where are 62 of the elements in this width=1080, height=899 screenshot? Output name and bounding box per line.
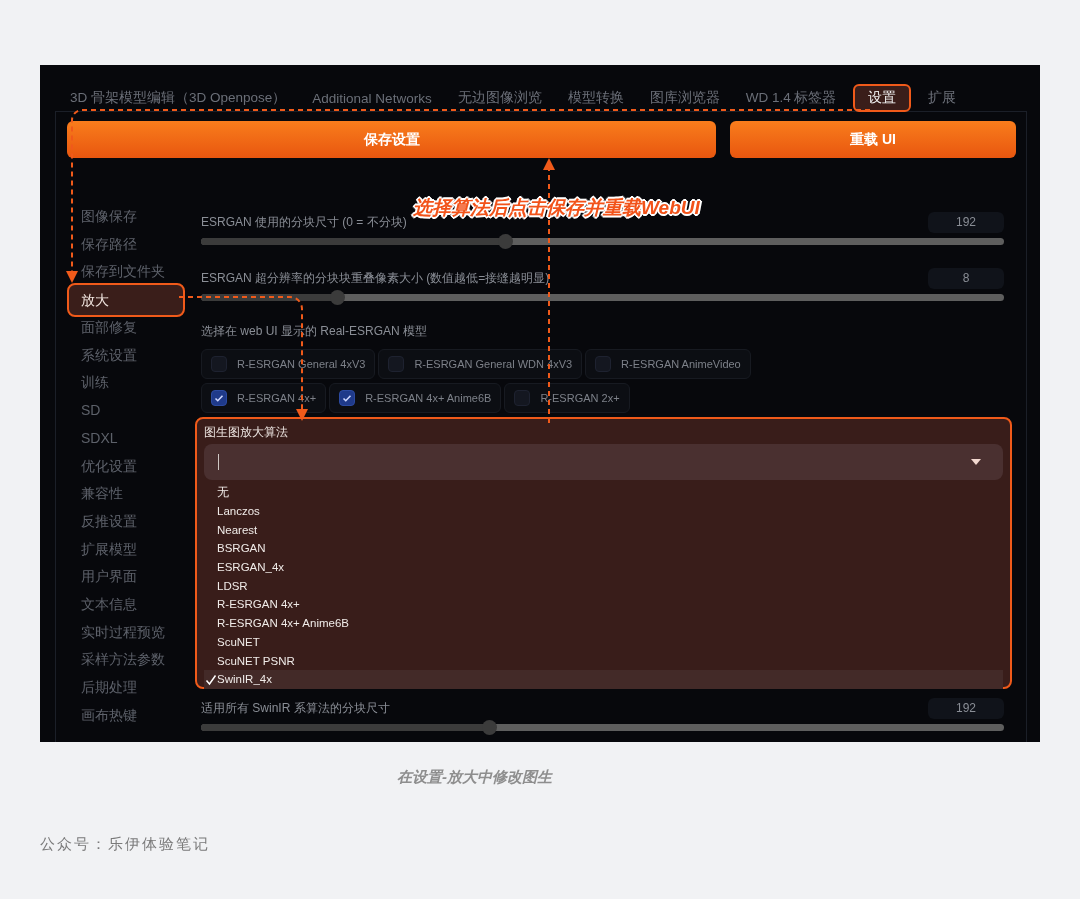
setting-label: 适用所有 SwinIR 系算法的分块尺寸 bbox=[201, 699, 390, 717]
checkbox[interactable] bbox=[211, 356, 227, 372]
tab[interactable]: 设置 bbox=[853, 84, 912, 112]
checkbox[interactable] bbox=[388, 356, 405, 372]
dropdown-option[interactable]: R-ESRGAN 4x+ Anime6B bbox=[204, 613, 1003, 633]
checkbox-option[interactable]: R-ESRGAN General WDN 4xV3 bbox=[378, 349, 583, 379]
dropdown-option[interactable]: ScuNET bbox=[204, 632, 1003, 652]
sidebar-item[interactable]: 文本信息 bbox=[67, 590, 185, 619]
number-field[interactable]: 192 bbox=[928, 697, 1004, 719]
sidebar-item[interactable]: 优化设置 bbox=[67, 452, 185, 481]
dropdown-option[interactable]: BSRGAN bbox=[204, 539, 1003, 558]
sidebar-item[interactable]: 扩展模型 bbox=[67, 535, 185, 564]
tab[interactable]: 模型转换 bbox=[554, 85, 637, 111]
tab[interactable]: 扩展 bbox=[915, 85, 970, 111]
tab[interactable]: 图库浏览器 bbox=[636, 85, 733, 111]
sidebar-item[interactable]: SDXL bbox=[67, 424, 185, 453]
checkbox-option[interactable]: R-ESRGAN AnimeVideo bbox=[585, 349, 751, 379]
checkbox-option[interactable]: R-ESRGAN 2x+ bbox=[504, 383, 630, 413]
sidebar-item[interactable]: 兼容性 bbox=[67, 480, 185, 508]
number-field[interactable]: 192 bbox=[928, 211, 1004, 233]
sidebar-item[interactable]: 后期处理 bbox=[67, 674, 185, 702]
tab[interactable]: Additional Networks bbox=[299, 86, 445, 110]
checkbox[interactable] bbox=[595, 356, 612, 372]
sidebar-item[interactable]: 训练 bbox=[67, 369, 185, 398]
dropdown-option[interactable]: Lanczos bbox=[204, 501, 1003, 521]
dropdown-option[interactable]: ESRGAN_4x bbox=[204, 557, 1003, 577]
dropdown-field[interactable] bbox=[204, 444, 1003, 480]
number-field[interactable]: 8 bbox=[928, 267, 1004, 289]
sidebar-item[interactable]: 图像保存 bbox=[67, 203, 185, 231]
checkbox-option[interactable]: R-ESRGAN General 4xV3 bbox=[201, 349, 376, 379]
setting-label: ESRGAN 使用的分块尺寸 (0 = 不分块) bbox=[201, 213, 407, 231]
tab[interactable]: 3D 骨架模型编辑（3D Openpose） bbox=[70, 85, 300, 111]
checkmark-icon bbox=[205, 673, 217, 686]
annotation-text: 选择算法后点击保存并重载WebUI bbox=[413, 196, 700, 220]
save-settings-button[interactable]: 保存设置 bbox=[67, 121, 716, 158]
sidebar-item[interactable]: 实时过程预览 bbox=[67, 618, 185, 647]
checkbox[interactable] bbox=[514, 390, 531, 406]
reload-ui-button[interactable]: 重载 UI bbox=[730, 121, 1016, 158]
sidebar-item[interactable]: 保存路径 bbox=[67, 230, 185, 259]
caret-icon bbox=[971, 459, 981, 465]
sidebar-item[interactable]: 用户界面 bbox=[67, 563, 185, 591]
sidebar-item[interactable]: SD bbox=[67, 397, 185, 425]
dropdown-option[interactable]: 无 bbox=[204, 483, 1003, 502]
sidebar-item[interactable]: 系统设置 bbox=[67, 341, 185, 370]
dropdown-option[interactable]: Nearest bbox=[204, 520, 1003, 540]
setting-label: ESRGAN 超分辨率的分块块重叠像素大小 (数值越低=接缝越明显) bbox=[201, 269, 550, 287]
dropdown-option[interactable]: R-ESRGAN 4x+ bbox=[204, 595, 1003, 614]
dropdown-option[interactable]: SwinIR_4x bbox=[204, 669, 1003, 689]
tab[interactable]: WD 1.4 标签器 bbox=[732, 85, 850, 111]
checkbox-option[interactable]: R-ESRGAN 4x+ Anime6B bbox=[329, 383, 502, 413]
sidebar-item[interactable]: 反推设置 bbox=[67, 507, 185, 536]
sidebar-item[interactable]: 放大 bbox=[67, 283, 185, 318]
sidebar-item[interactable]: 画布热键 bbox=[67, 701, 185, 730]
checkbox[interactable] bbox=[339, 390, 356, 406]
figure-caption: 在设置-放大中修改图生 bbox=[397, 768, 554, 787]
tab[interactable]: 无边图像浏览 bbox=[444, 85, 555, 111]
author-credit: 公众号：乐伊体验笔记 bbox=[40, 835, 211, 854]
setting-label: 图生图放大算法 bbox=[204, 424, 289, 440]
checkbox[interactable] bbox=[211, 390, 227, 406]
sidebar-item[interactable]: 采样方法参数 bbox=[67, 646, 185, 674]
dropdown-option[interactable]: ScuNET PSNR bbox=[204, 651, 1003, 670]
dropdown-option[interactable]: LDSR bbox=[204, 576, 1003, 596]
